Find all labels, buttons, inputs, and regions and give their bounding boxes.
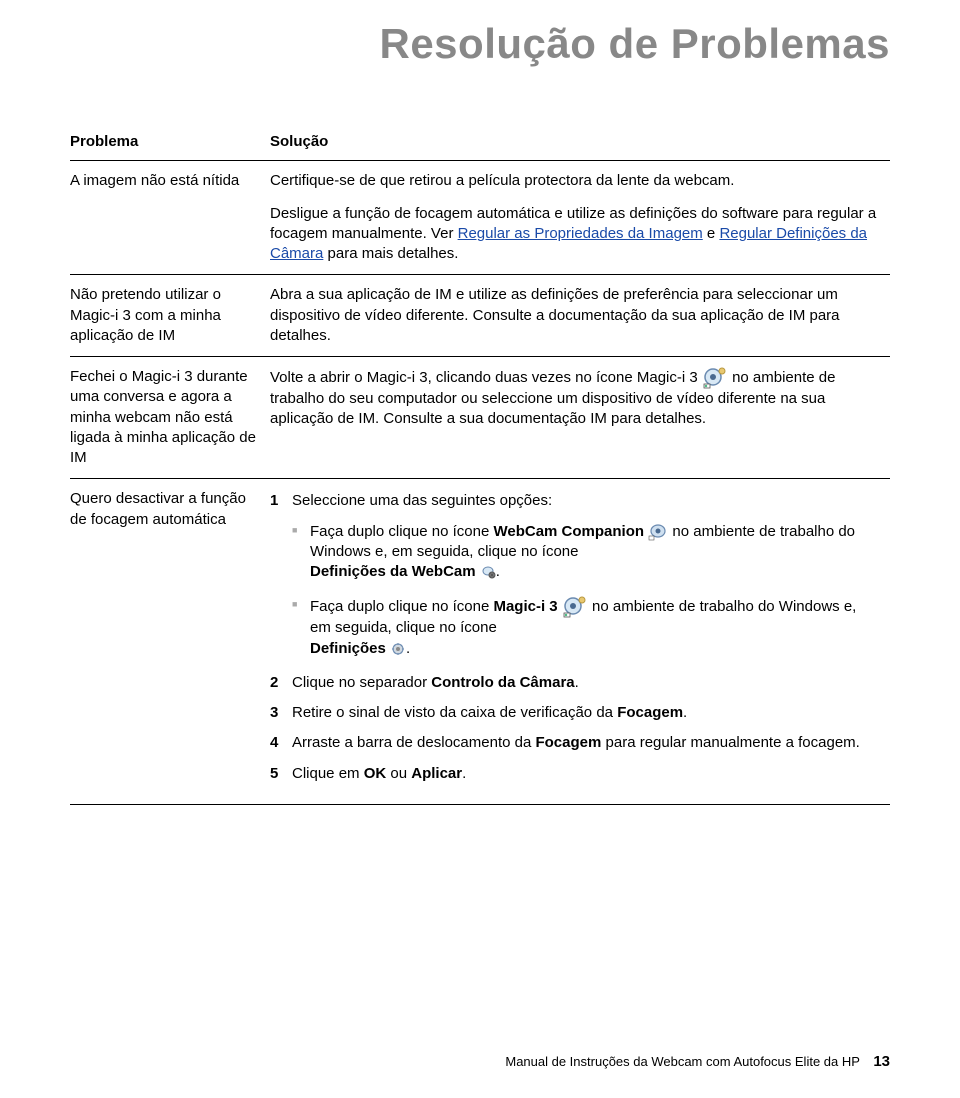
problem-cell: Fechei o Magic-i 3 durante uma conversa … bbox=[70, 357, 270, 479]
step-options: Faça duplo clique no ícone WebCam Compan… bbox=[292, 522, 878, 659]
step-item: Retire o sinal de visto da caixa de veri… bbox=[270, 703, 878, 723]
page-number: 13 bbox=[873, 1053, 890, 1070]
col-problem-header: Problema bbox=[70, 128, 270, 161]
step-item: Clique em OK ou Aplicar. bbox=[270, 764, 878, 784]
solution-cell: Certifique-se de que retirou a película … bbox=[270, 161, 890, 275]
link-properties[interactable]: Regular as Propriedades da Imagem bbox=[458, 225, 703, 242]
option-item: Faça duplo clique no ícone WebCam Compan… bbox=[292, 522, 878, 583]
problem-cell: A imagem não está nítida bbox=[70, 161, 270, 275]
page-footer: Manual de Instruções da Webcam com Autof… bbox=[505, 1053, 890, 1070]
troubleshooting-table: Problema Solução A imagem não está nítid… bbox=[70, 128, 890, 805]
table-row: Fechei o Magic-i 3 durante uma conversa … bbox=[70, 357, 890, 479]
settings-icon bbox=[390, 642, 406, 656]
solution-cell: Abra a sua aplicação de IM e utilize as … bbox=[270, 275, 890, 357]
webcam-companion-icon bbox=[648, 523, 668, 541]
page-title: Resolução de Problemas bbox=[70, 20, 890, 68]
magic-i-icon bbox=[562, 596, 588, 618]
solution-steps: Seleccione uma das seguintes opções: Faç… bbox=[270, 491, 878, 784]
footer-text: Manual de Instruções da Webcam com Autof… bbox=[505, 1054, 859, 1069]
webcam-settings-icon bbox=[480, 565, 496, 579]
step-item: Clique no separador Controlo da Câmara. bbox=[270, 673, 878, 693]
step-item: Arraste a barra de deslocamento da Focag… bbox=[270, 733, 878, 753]
problem-cell: Quero desactivar a função de focagem aut… bbox=[70, 479, 270, 805]
step-item: Seleccione uma das seguintes opções: Faç… bbox=[270, 491, 878, 659]
solution-text: Abra a sua aplicação de IM e utilize as … bbox=[270, 285, 878, 346]
col-solution-header: Solução bbox=[270, 128, 890, 161]
table-row: A imagem não está nítida Certifique-se d… bbox=[70, 161, 890, 275]
solution-text: Volte a abrir o Magic-i 3, clicando duas… bbox=[270, 367, 878, 430]
table-row: Quero desactivar a função de focagem aut… bbox=[70, 479, 890, 805]
problem-cell: Não pretendo utilizar o Magic-i 3 com a … bbox=[70, 275, 270, 357]
table-row: Não pretendo utilizar o Magic-i 3 com a … bbox=[70, 275, 890, 357]
solution-text: Desligue a função de focagem automática … bbox=[270, 204, 878, 265]
option-item: Faça duplo clique no ícone Magic-i 3 no … bbox=[292, 596, 878, 659]
magic-i-icon bbox=[702, 367, 728, 389]
solution-cell: Volte a abrir o Magic-i 3, clicando duas… bbox=[270, 357, 890, 479]
solution-cell: Seleccione uma das seguintes opções: Faç… bbox=[270, 479, 890, 805]
solution-text: Certifique-se de que retirou a película … bbox=[270, 171, 878, 191]
